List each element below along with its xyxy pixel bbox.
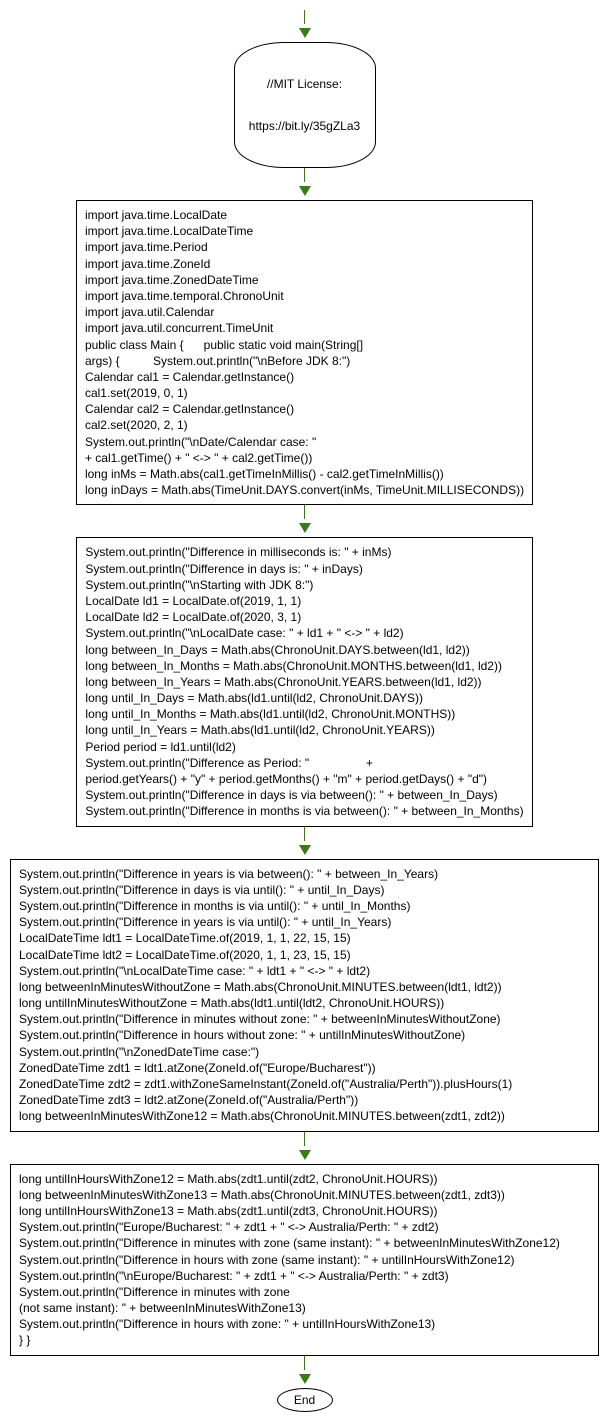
connector-line <box>304 10 305 24</box>
start-line-1: //MIT License: <box>245 77 365 91</box>
arrow-down-icon <box>299 523 311 533</box>
arrow-down-icon <box>299 28 311 38</box>
code-block-4: long untilInHoursWithZone12 = Math.abs(z… <box>10 1164 599 1356</box>
connector-line <box>304 1356 305 1370</box>
arrow-down-icon <box>299 845 311 855</box>
start-line-2: https://bit.ly/35gZLa3 <box>245 119 365 133</box>
code-block-3: System.out.println("Difference in years … <box>10 859 599 1132</box>
connector-line <box>304 505 305 519</box>
connector-line <box>304 168 305 182</box>
code-block-2: System.out.println("Difference in millis… <box>76 537 532 826</box>
arrow-down-icon <box>299 186 311 196</box>
arrow-down-icon <box>299 1374 311 1384</box>
connector-line <box>304 1132 305 1146</box>
arrow-down-icon <box>299 1150 311 1160</box>
flowchart: //MIT License: https://bit.ly/35gZLa3 im… <box>10 10 599 1412</box>
code-block-1: import java.time.LocalDate import java.t… <box>76 200 533 505</box>
connector-line <box>304 827 305 841</box>
start-node: //MIT License: https://bit.ly/35gZLa3 <box>234 42 376 168</box>
end-node: End <box>277 1388 333 1412</box>
